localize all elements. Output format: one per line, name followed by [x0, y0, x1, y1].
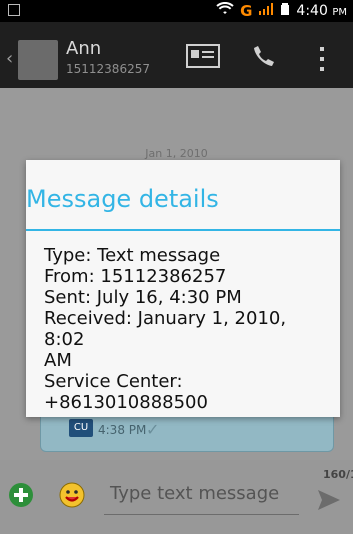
detail-line: Received: January 1, 2010, 8:02 — [44, 308, 287, 350]
message-input[interactable]: Type text message — [110, 483, 300, 504]
check-icon: ✓ — [146, 420, 160, 439]
character-counter: 160/1 — [323, 468, 353, 481]
detail-line: AM — [44, 350, 72, 371]
back-icon[interactable]: ‹ — [6, 48, 14, 69]
contact-number: 15112386257 — [66, 62, 150, 76]
battery-icon — [280, 2, 290, 20]
clock-period: PM — [332, 7, 347, 18]
detail-line: From: 15112386257 — [44, 266, 227, 287]
message-input-underline — [104, 514, 299, 515]
clock-time: 4:40 — [296, 3, 328, 19]
date-separator: Jan 1, 2010 — [145, 147, 208, 160]
contact-name: Ann — [66, 38, 102, 59]
add-attachment-icon[interactable] — [8, 482, 34, 508]
detail-line: +8613010888500 — [44, 392, 208, 413]
clock: 4:40 PM — [296, 3, 347, 19]
status-icons: G 4:40 PM — [216, 2, 347, 20]
wifi-icon — [216, 2, 234, 20]
notification-icon — [8, 4, 20, 16]
phone-icon[interactable] — [252, 44, 276, 68]
smiley-icon[interactable] — [59, 482, 85, 508]
send-icon[interactable] — [316, 487, 342, 513]
message-details-content: Type: Text message From: 15112386257 Sen… — [44, 245, 329, 413]
message-time: 4:38 PM — [98, 423, 147, 437]
sim-card-icon: CU — [69, 419, 93, 437]
network-type-label: G — [240, 2, 253, 20]
dialog-title: Message details — [26, 185, 219, 213]
contact-card-icon[interactable] — [186, 44, 220, 68]
detail-line: Type: Text message — [44, 245, 221, 266]
contact-avatar[interactable] — [18, 40, 58, 80]
overflow-menu-icon[interactable] — [318, 46, 326, 72]
status-bar: G 4:40 PM — [0, 0, 353, 22]
signal-icon — [258, 2, 274, 20]
detail-line: Service Center: — [44, 371, 183, 392]
dialog-title-divider — [26, 229, 340, 231]
detail-line: Sent: July 16, 4:30 PM — [44, 287, 242, 308]
